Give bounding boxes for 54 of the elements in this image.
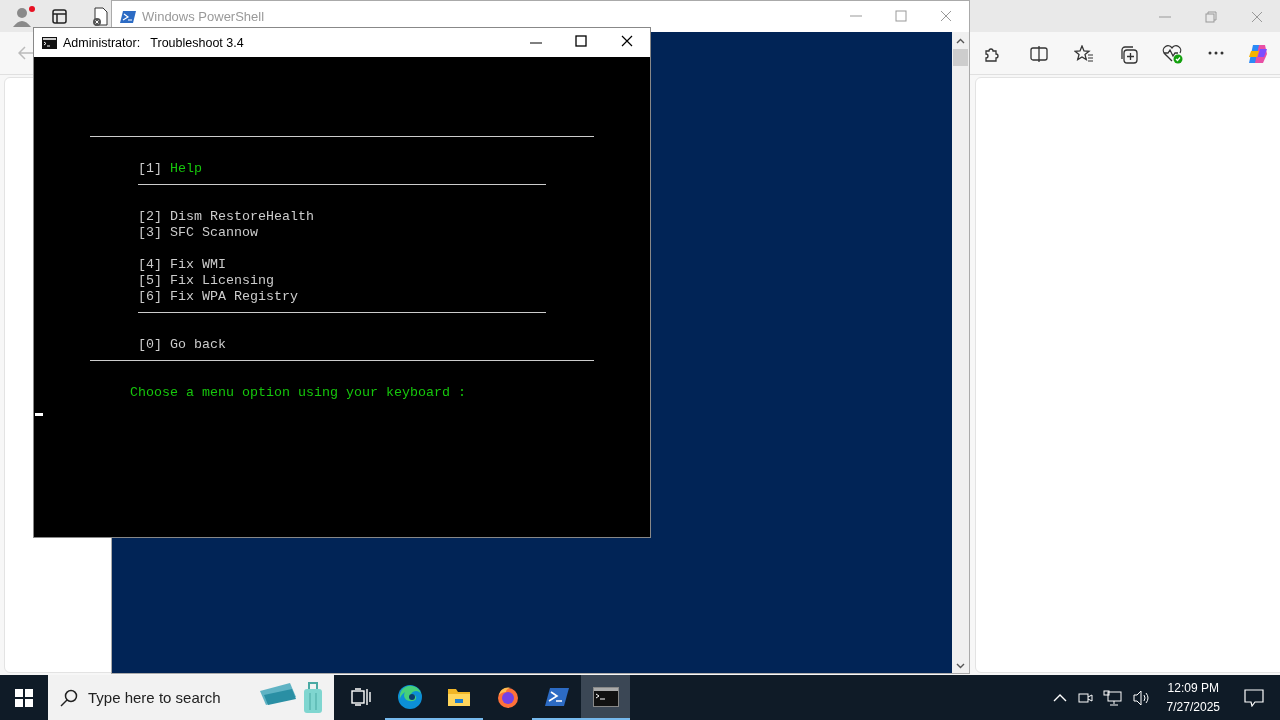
firefox-icon bbox=[495, 684, 520, 709]
back-icon[interactable] bbox=[18, 46, 34, 60]
copilot-icon[interactable] bbox=[1246, 43, 1270, 65]
menu-option: SFC Scannow bbox=[170, 225, 258, 241]
powershell-icon bbox=[120, 9, 136, 24]
menu-key: [6] bbox=[138, 289, 170, 305]
menu-option: Fix WMI bbox=[170, 257, 226, 273]
profile-icon[interactable] bbox=[11, 5, 37, 29]
menu-key: [1] bbox=[138, 161, 170, 177]
window-title: Windows PowerShell bbox=[142, 9, 265, 24]
health-icon[interactable] bbox=[1162, 44, 1184, 64]
menu-key: [3] bbox=[138, 225, 170, 241]
split-screen-icon[interactable] bbox=[1030, 45, 1048, 63]
search-field[interactable]: Type here to search bbox=[48, 675, 334, 720]
menu-key: [2] bbox=[138, 209, 170, 225]
prompt-text: Choose a menu option using your keyboard : bbox=[130, 385, 466, 401]
console-icon bbox=[592, 686, 619, 707]
tab-page-icon[interactable] bbox=[92, 7, 109, 26]
tab-actions-icon[interactable] bbox=[52, 9, 67, 24]
search-placeholder: Type here to search bbox=[88, 689, 221, 706]
scroll-down-icon[interactable] bbox=[956, 663, 965, 669]
collections-icon[interactable] bbox=[1119, 45, 1138, 64]
menu-option: Fix Licensing bbox=[170, 273, 274, 289]
close-icon[interactable] bbox=[621, 35, 633, 47]
extensions-icon[interactable] bbox=[982, 45, 1000, 63]
clock[interactable]: 12:09 PM 7/27/2025 bbox=[1166, 678, 1220, 717]
search-icon bbox=[60, 688, 78, 707]
menu-option: Go back bbox=[170, 337, 226, 353]
taskbar-app[interactable] bbox=[581, 675, 630, 720]
more-icon[interactable] bbox=[1207, 50, 1225, 56]
menu-key: [5] bbox=[138, 273, 170, 289]
chevron-up-icon[interactable] bbox=[1052, 692, 1067, 703]
clock-date: 7/27/2025 bbox=[1166, 698, 1220, 716]
task-view-icon bbox=[350, 687, 371, 706]
maximize-icon[interactable] bbox=[575, 35, 587, 47]
scroll-up-icon[interactable] bbox=[956, 38, 965, 44]
console-icon bbox=[42, 36, 57, 49]
menu-key: [0] bbox=[138, 337, 170, 353]
text-cursor bbox=[35, 413, 43, 416]
volume-icon[interactable] bbox=[1132, 689, 1151, 706]
menu-option: Fix WPA Registry bbox=[170, 289, 298, 305]
window-title: Administrator: Troubleshoot 3.4 bbox=[63, 35, 244, 50]
menu-option: Help bbox=[170, 161, 202, 177]
folder-icon bbox=[446, 686, 471, 707]
favorites-icon[interactable] bbox=[1074, 45, 1094, 63]
menu-option: Dism RestoreHealth bbox=[170, 209, 314, 225]
clock-time: 12:09 PM bbox=[1167, 679, 1219, 697]
network-icon[interactable] bbox=[1102, 689, 1123, 706]
notifications-icon[interactable] bbox=[1244, 688, 1264, 707]
windows-icon bbox=[15, 688, 33, 707]
scroll-thumb[interactable] bbox=[953, 49, 968, 66]
edge-icon bbox=[396, 683, 423, 710]
menu-key: [4] bbox=[138, 257, 170, 273]
powershell-icon bbox=[544, 686, 569, 707]
